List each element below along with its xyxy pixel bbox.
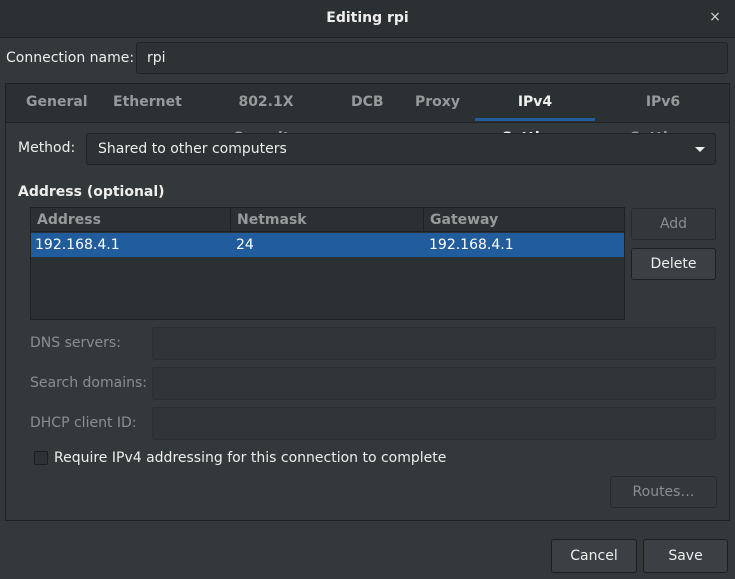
cell-address: 192.168.4.1	[35, 237, 120, 253]
address-section-title: Address (optional)	[18, 184, 165, 200]
cell-gateway: 192.168.4.1	[429, 237, 514, 253]
require-ipv4-label[interactable]: Require IPv4 addressing for this connect…	[54, 450, 446, 466]
close-icon[interactable]: ×	[707, 9, 723, 25]
add-button[interactable]: Add	[631, 208, 716, 240]
delete-button[interactable]: Delete	[631, 248, 716, 280]
chevron-down-icon	[695, 147, 705, 152]
tab-ethernet[interactable]: Ethernet	[113, 84, 182, 120]
cancel-button[interactable]: Cancel	[551, 539, 637, 573]
tab-8021x-security[interactable]: 802.1X Security	[211, 84, 321, 146]
title-bar: Editing rpi ×	[0, 0, 735, 38]
dns-servers-input[interactable]	[152, 327, 716, 360]
tab-bar: General Ethernet 802.1X Security DCB Pro…	[6, 84, 729, 146]
tab-ipv4-settings[interactable]: IPv4 Settings	[475, 84, 595, 146]
column-header-address[interactable]: Address	[31, 208, 231, 232]
connection-name-label: Connection name:	[6, 50, 135, 66]
column-header-netmask[interactable]: Netmask	[231, 208, 424, 232]
method-label: Method:	[18, 140, 76, 156]
method-value: Shared to other computers	[98, 141, 287, 157]
tab-ipv6-settings[interactable]: IPv6 Settings	[614, 84, 712, 146]
dns-servers-label: DNS servers:	[30, 335, 121, 351]
window-title: Editing rpi	[326, 10, 409, 26]
address-table[interactable]: Address Netmask Gateway 192.168.4.1 24 1…	[30, 207, 625, 320]
routes-button[interactable]: Routes…	[610, 476, 717, 508]
tab-proxy[interactable]: Proxy	[415, 84, 460, 120]
connection-name-input[interactable]: rpi	[136, 42, 728, 74]
require-ipv4-checkbox[interactable]	[34, 451, 48, 465]
dhcp-client-id-label: DHCP client ID:	[30, 415, 137, 431]
tab-general[interactable]: General	[26, 84, 88, 120]
method-dropdown[interactable]: Shared to other computers	[86, 133, 716, 165]
cell-netmask: 24	[236, 237, 254, 253]
column-header-gateway[interactable]: Gateway	[424, 208, 624, 232]
search-domains-label: Search domains:	[30, 375, 147, 391]
search-domains-input[interactable]	[152, 367, 716, 400]
save-button[interactable]: Save	[643, 539, 728, 573]
tab-dcb[interactable]: DCB	[351, 84, 384, 120]
dhcp-client-id-input[interactable]	[152, 407, 716, 440]
table-row[interactable]: 192.168.4.1 24 192.168.4.1	[31, 233, 624, 257]
